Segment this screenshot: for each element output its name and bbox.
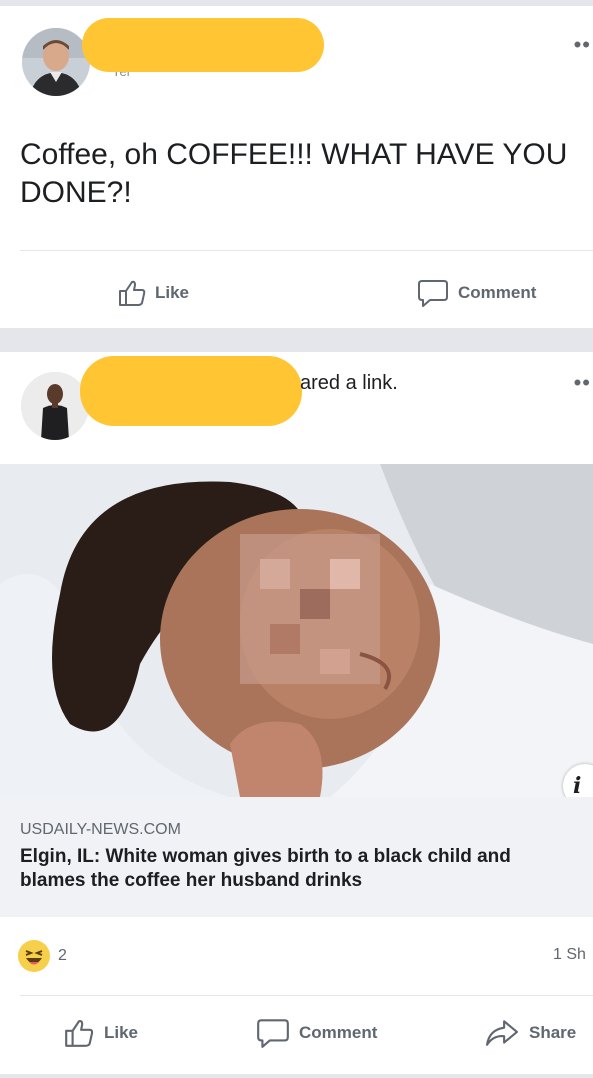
- like-button[interactable]: Like: [62, 1017, 138, 1049]
- share-label: Share: [529, 1023, 577, 1042]
- like-label: Like: [155, 283, 190, 302]
- redaction-mark: [80, 356, 302, 426]
- divider: [20, 995, 593, 996]
- like-icon: [65, 1020, 94, 1047]
- status-post: Yel •• Coffee, oh COFFEE!!! WHAT HAVE YO…: [0, 6, 593, 328]
- reaction-count: 2: [58, 947, 67, 964]
- reaction-summary[interactable]: 2: [18, 940, 67, 972]
- comment-label: Comment: [299, 1023, 378, 1042]
- link-domain: USDAILY-NEWS.COM: [20, 821, 181, 838]
- news-feed: Yel •• Coffee, oh COFFEE!!! WHAT HAVE YO…: [0, 0, 593, 1078]
- like-icon: [119, 280, 146, 306]
- share-icon: [486, 1020, 519, 1046]
- link-preview[interactable]: USDAILY-NEWS.COM Elgin, IL: White woman …: [0, 797, 593, 917]
- comment-button[interactable]: Comment: [255, 1017, 377, 1049]
- redaction-mark: [82, 18, 324, 72]
- link-title[interactable]: Elgin, IL: White woman gives birth to a …: [20, 845, 580, 893]
- comment-label: Comment: [458, 283, 537, 302]
- more-icon[interactable]: ••: [574, 372, 591, 394]
- avatar-photo: [21, 372, 89, 440]
- like-button[interactable]: Like: [117, 278, 189, 308]
- post-header-text: ared a link.: [300, 372, 398, 394]
- comment-icon: [257, 1019, 289, 1048]
- baby-photo: [0, 464, 593, 797]
- shares-count[interactable]: 1 Sh: [553, 946, 593, 964]
- avatar[interactable]: [21, 372, 89, 440]
- divider: [20, 250, 593, 251]
- post-text: Coffee, oh COFFEE!!! WHAT HAVE YOU DONE?…: [20, 138, 568, 209]
- link-share-post: 6 ared a link. ••: [0, 352, 593, 1074]
- comment-button[interactable]: Comment: [416, 278, 536, 308]
- share-button[interactable]: Share: [483, 1017, 576, 1049]
- avatar-photo: [22, 28, 90, 96]
- like-label: Like: [104, 1023, 139, 1042]
- link-image[interactable]: [0, 464, 593, 797]
- avatar[interactable]: [22, 28, 90, 96]
- comment-icon: [418, 280, 448, 307]
- more-icon[interactable]: ••: [574, 34, 591, 56]
- haha-reaction-icon: [18, 940, 50, 972]
